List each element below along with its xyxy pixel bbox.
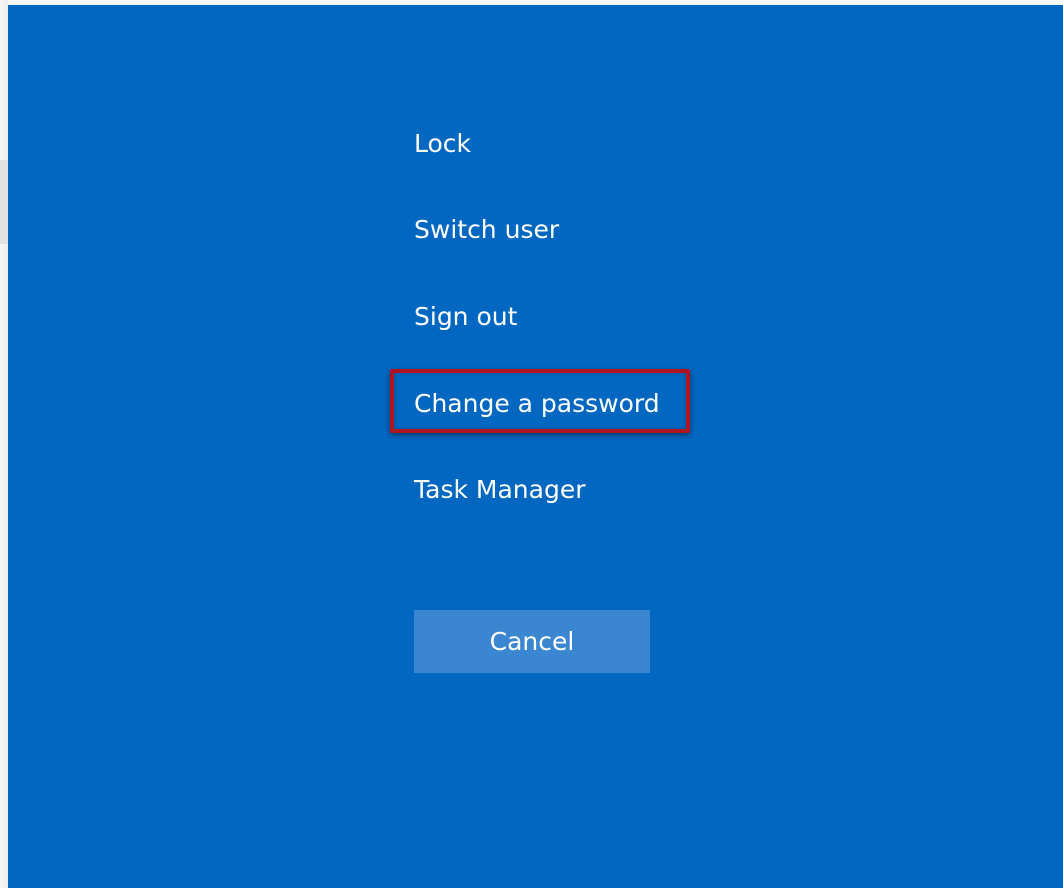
left-edge-mark <box>0 160 8 244</box>
change-password-option[interactable]: Change a password <box>414 382 660 426</box>
switch-user-option[interactable]: Switch user <box>414 208 559 252</box>
security-options-screen: Lock Switch user Sign out Change a passw… <box>8 5 1063 888</box>
window-frame: Lock Switch user Sign out Change a passw… <box>0 0 1063 888</box>
left-edge <box>0 0 8 888</box>
cancel-button[interactable]: Cancel <box>414 610 650 673</box>
sign-out-option[interactable]: Sign out <box>414 295 517 339</box>
lock-option[interactable]: Lock <box>414 122 471 166</box>
task-manager-option[interactable]: Task Manager <box>414 468 585 512</box>
